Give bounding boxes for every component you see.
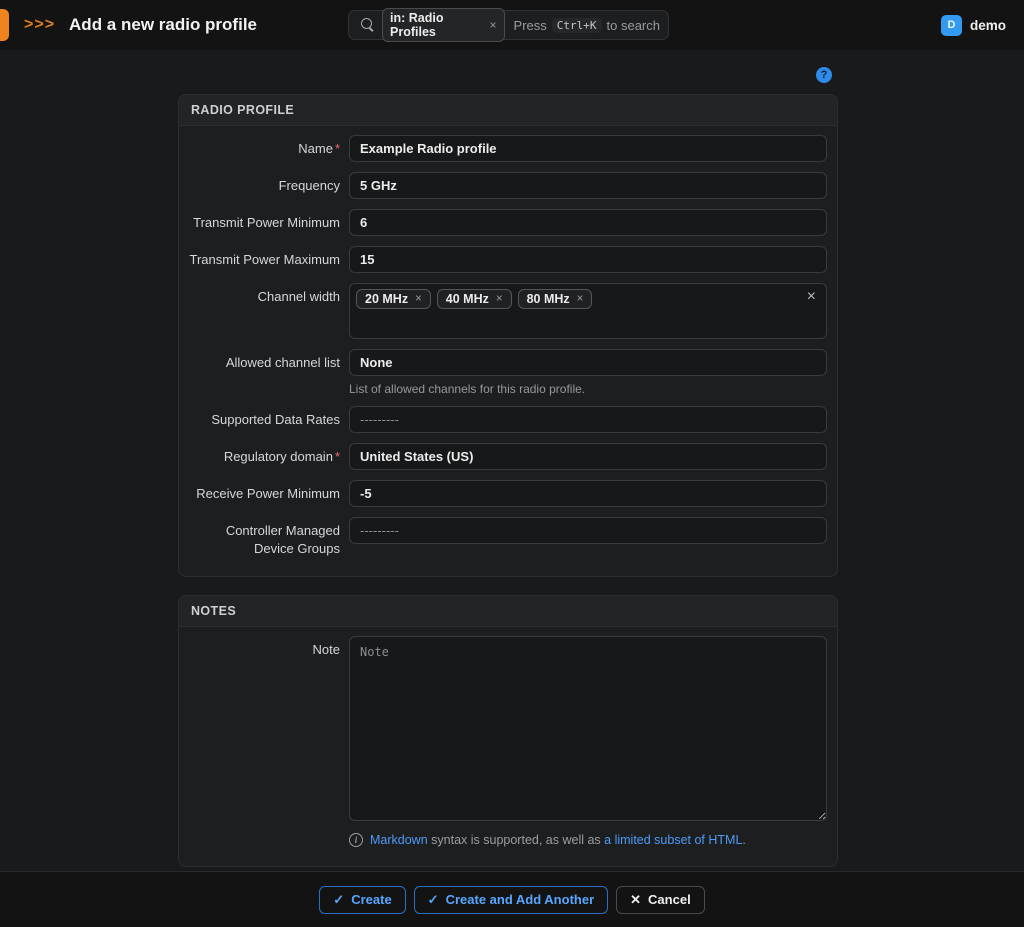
- notes-section-title: NOTES: [179, 596, 837, 627]
- regulatory-domain-select[interactable]: [349, 443, 827, 470]
- press-label: Press: [514, 18, 547, 33]
- create-and-add-another-button[interactable]: ✓ Create and Add Another: [414, 886, 608, 914]
- remove-token-icon[interactable]: ×: [577, 293, 584, 305]
- username: demo: [970, 18, 1006, 33]
- data-rates-label: Supported Data Rates: [189, 406, 349, 433]
- name-label: Name*: [189, 135, 349, 162]
- tx-power-min-field[interactable]: [349, 209, 827, 236]
- form-row-channel-width: Channel width 20 MHz × 40 MHz × 80 MHz: [189, 283, 827, 339]
- token-label: 40 MHz: [446, 292, 489, 306]
- note-label: Note: [189, 636, 349, 847]
- create-button[interactable]: ✓ Create: [319, 886, 405, 914]
- info-icon: i: [349, 833, 363, 847]
- device-groups-select[interactable]: [349, 517, 827, 544]
- form-row-note: Note i Markdown syntax is supported, as …: [189, 636, 827, 847]
- radio-profile-section-title: RADIO PROFILE: [179, 95, 837, 126]
- rx-power-min-field[interactable]: [349, 480, 827, 507]
- main-content: ? RADIO PROFILE Name* Frequency Transmit…: [178, 50, 838, 893]
- x-icon: ✕: [630, 892, 641, 908]
- channel-width-multiselect[interactable]: 20 MHz × 40 MHz × 80 MHz × ×: [349, 283, 827, 339]
- markdown-hint: i Markdown syntax is supported, as well …: [349, 833, 827, 847]
- name-field[interactable]: [349, 135, 827, 162]
- page-title: Add a new radio profile: [69, 15, 257, 35]
- create-button-label: Create: [351, 892, 391, 907]
- cancel-button-label: Cancel: [648, 892, 691, 907]
- form-row-device-groups: Controller Managed Device Groups: [189, 517, 827, 557]
- channel-width-token[interactable]: 40 MHz ×: [437, 289, 512, 309]
- markdown-hint-text: Markdown syntax is supported, as well as…: [370, 833, 746, 847]
- form-row-regulatory-domain: Regulatory domain*: [189, 443, 827, 470]
- search-shortcut-hint: Press Ctrl+K to search: [514, 18, 660, 33]
- channel-width-token[interactable]: 80 MHz ×: [518, 289, 593, 309]
- breadcrumb-chevrons-icon: >>>: [24, 16, 55, 34]
- cancel-button[interactable]: ✕ Cancel: [616, 886, 705, 914]
- rx-power-min-label: Receive Power Minimum: [189, 480, 349, 507]
- radio-profile-card: RADIO PROFILE Name* Frequency Transmit P…: [178, 94, 838, 577]
- remove-filter-icon[interactable]: ×: [490, 18, 497, 32]
- check-icon: ✓: [333, 892, 344, 908]
- user-menu[interactable]: D demo: [941, 0, 1006, 50]
- regulatory-domain-label: Regulatory domain*: [189, 443, 349, 470]
- top-header: >>> Add a new radio profile in: Radio Pr…: [0, 0, 1024, 50]
- sidebar-toggle-tab[interactable]: [0, 9, 9, 41]
- tx-power-min-label: Transmit Power Minimum: [189, 209, 349, 236]
- create-and-add-another-label: Create and Add Another: [446, 892, 595, 907]
- channel-width-token[interactable]: 20 MHz ×: [356, 289, 431, 309]
- form-row-name: Name*: [189, 135, 827, 162]
- frequency-label: Frequency: [189, 172, 349, 199]
- user-avatar[interactable]: D: [941, 15, 962, 36]
- search-filter-tag[interactable]: in: Radio Profiles ×: [382, 8, 505, 42]
- form-row-data-rates: Supported Data Rates: [189, 406, 827, 433]
- check-icon: ✓: [428, 892, 439, 908]
- search-icon: [361, 18, 375, 32]
- tx-power-max-label: Transmit Power Maximum: [189, 246, 349, 273]
- device-groups-label: Controller Managed Device Groups: [189, 517, 349, 557]
- global-search-input[interactable]: in: Radio Profiles × Press Ctrl+K to sea…: [348, 10, 669, 40]
- notes-form: Note i Markdown syntax is supported, as …: [179, 627, 837, 866]
- frequency-select[interactable]: [349, 172, 827, 199]
- form-row-tx-power-max: Transmit Power Maximum: [189, 246, 827, 273]
- allowed-channels-help: List of allowed channels for this radio …: [349, 382, 827, 396]
- help-icon[interactable]: ?: [816, 67, 832, 83]
- ctrl-k-kbd: Ctrl+K: [552, 18, 602, 33]
- channel-width-label: Channel width: [189, 283, 349, 339]
- remove-token-icon[interactable]: ×: [415, 293, 422, 305]
- tx-power-max-field[interactable]: [349, 246, 827, 273]
- html-subset-link[interactable]: a limited subset of HTML: [604, 833, 742, 847]
- allowed-channels-label: Allowed channel list: [189, 349, 349, 396]
- clear-all-icon[interactable]: ×: [807, 289, 816, 305]
- remove-token-icon[interactable]: ×: [496, 293, 503, 305]
- note-textarea[interactable]: [349, 636, 827, 821]
- radio-profile-form: Name* Frequency Transmit Power Minimum T…: [179, 126, 837, 576]
- required-marker: *: [335, 141, 340, 156]
- markdown-link[interactable]: Markdown: [370, 833, 428, 847]
- token-label: 80 MHz: [527, 292, 570, 306]
- search-filter-label: in: Radio Profiles: [390, 11, 484, 39]
- form-row-tx-power-min: Transmit Power Minimum: [189, 209, 827, 236]
- allowed-channels-select[interactable]: [349, 349, 827, 376]
- form-actions-footer: ✓ Create ✓ Create and Add Another ✕ Canc…: [0, 871, 1024, 927]
- form-row-allowed-channels: Allowed channel list List of allowed cha…: [189, 349, 827, 396]
- required-marker: *: [335, 449, 340, 464]
- help-row: ?: [178, 50, 838, 94]
- form-row-rx-power-min: Receive Power Minimum: [189, 480, 827, 507]
- token-label: 20 MHz: [365, 292, 408, 306]
- form-row-frequency: Frequency: [189, 172, 827, 199]
- data-rates-select[interactable]: [349, 406, 827, 433]
- to-search-label: to search: [607, 18, 660, 33]
- notes-card: NOTES Note i Markdown syntax is supporte…: [178, 595, 838, 867]
